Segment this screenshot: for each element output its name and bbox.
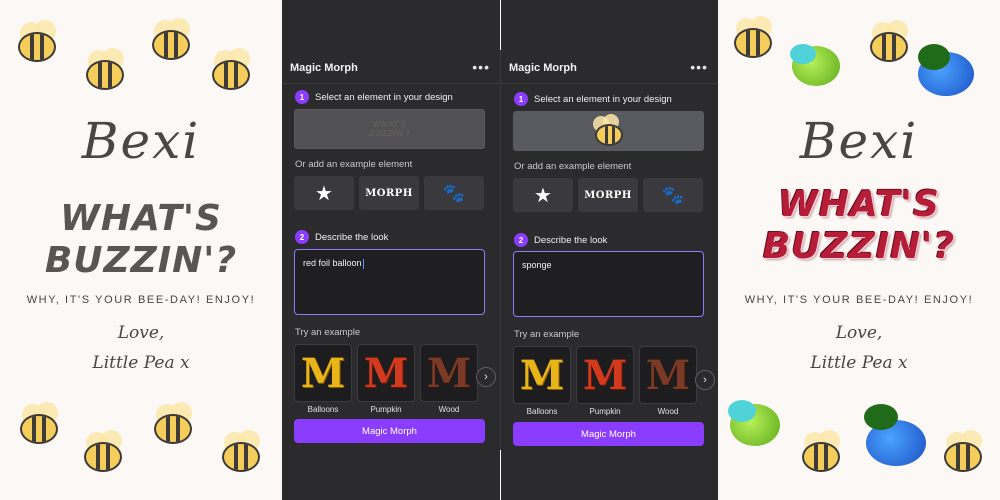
magic-morph-button[interactable]: Magic Morph [294,419,485,443]
step-describe-look: 2 Describe the look [295,230,388,244]
describe-look-input[interactable]: sponge [513,251,704,317]
paw-icon[interactable]: 🐾 [643,178,703,212]
magic-morph-panel-red-foil: Magic Morph ••• 1 Select an element in y… [282,0,500,500]
example-label: Pumpkin [370,405,402,414]
wood-thumbnail: M [420,344,478,402]
card-subtitle[interactable]: WHY, IT'S YOUR BEE-DAY! ENJOY! [0,294,282,306]
card-signature[interactable]: Love, Little Pea x [0,318,282,378]
birthday-card-original[interactable]: Bexi WHAT'S BUZZIN'? WHY, IT'S YOUR BEE-… [0,0,282,500]
example-pumpkin[interactable]: M Pumpkin [357,344,415,414]
step-number-badge: 1 [514,92,528,106]
selected-element-text: WHAT'S BUZZIN'? [369,120,410,138]
bee-icon [589,114,629,146]
example-element-label: Or add an example element [514,161,632,172]
headline-line-2: BUZZIN'? [762,226,956,267]
card-name[interactable]: Bexi [718,112,1000,170]
card-headline[interactable]: WHAT'S BUZZIN'? [0,198,282,282]
try-example-label: Try an example [295,327,361,338]
morph-text-example[interactable]: MORPH [578,178,638,212]
step-select-element: 1 Select an element in your design [514,92,672,106]
signature-line-1: Love, [835,323,883,343]
wood-thumbnail: M [639,346,697,404]
card-name[interactable]: Bexi [0,112,282,170]
example-label: Balloons [307,405,339,414]
headline-line-1: WHAT'S [60,198,222,239]
sponge-wing-icon [918,44,950,70]
preview-line-2: BUZZIN'? [369,129,410,138]
magic-morph-panel-sponge: Magic Morph ••• 1 Select an element in y… [501,0,718,500]
step-label: Describe the look [534,234,608,246]
step-label: Select an element in your design [315,91,453,103]
sponge-wing-icon [728,400,756,422]
canvas: Bexi WHAT'S BUZZIN'? WHY, IT'S YOUR BEE-… [0,0,1000,500]
text-caret [362,258,364,269]
selected-element-preview[interactable]: WHAT'S BUZZIN'? [294,109,485,149]
panel-header: Magic Morph ••• [282,54,500,84]
balloons-thumbnail: M [513,346,571,404]
step-number-badge: 2 [514,233,528,247]
balloons-thumbnail: M [294,344,352,402]
star-icon[interactable]: ★ [513,178,573,212]
step-select-element: 1 Select an element in your design [295,90,453,104]
example-label: Pumpkin [589,407,621,416]
sponge-wing-icon [864,404,898,430]
prompt-text: red foil balloon [303,258,362,268]
headline-line-2: BUZZIN'? [44,240,238,281]
example-elements: ★ MORPH 🐾 [294,176,484,210]
example-balloons[interactable]: M Balloons [294,344,352,414]
card-headline-balloon[interactable]: WHAT'S BUZZIN'? [718,184,1000,268]
describe-look-input[interactable]: red foil balloon [294,249,485,315]
example-balloons[interactable]: M Balloons [513,346,571,416]
signature-line-2: Little Pea x [92,353,190,373]
example-elements: ★ MORPH 🐾 [513,178,703,212]
prompt-text: sponge [522,260,552,270]
birthday-card-morphed[interactable]: Bexi WHAT'S BUZZIN'? WHY, IT'S YOUR BEE-… [718,0,1000,500]
paw-icon[interactable]: 🐾 [424,176,484,210]
example-label: Balloons [526,407,558,416]
pumpkin-thumbnail: M [576,346,634,404]
panel-title: Magic Morph [290,62,358,74]
example-pumpkin[interactable]: M Pumpkin [576,346,634,416]
panel-title: Magic Morph [509,62,577,74]
step-label: Describe the look [315,231,389,243]
pumpkin-thumbnail: M [357,344,415,402]
example-wood[interactable]: M Wood [420,344,478,414]
step-number-badge: 1 [295,90,309,104]
step-label: Select an element in your design [534,93,672,105]
try-example-row: M Balloons M Pumpkin M Wood [294,344,478,414]
preview-line-1: WHAT'S [372,120,407,129]
try-example-row: M Balloons M Pumpkin M Wood [513,346,697,416]
signature-line-1: Love, [117,323,165,343]
example-label: Wood [657,407,679,416]
card-subtitle[interactable]: WHY, IT'S YOUR BEE-DAY! ENJOY! [718,294,1000,306]
magic-morph-button[interactable]: Magic Morph [513,422,704,446]
example-element-label: Or add an example element [295,159,413,170]
more-options-icon[interactable]: ••• [690,59,708,75]
chevron-right-icon[interactable]: › [695,370,715,390]
sponge-wing-icon [790,44,816,64]
selected-element-preview[interactable] [513,111,704,151]
example-label: Wood [438,405,460,414]
more-options-icon[interactable]: ••• [472,59,490,75]
morph-text-example[interactable]: MORPH [359,176,419,210]
step-describe-look: 2 Describe the look [514,233,607,247]
headline-line-1: WHAT'S [778,184,940,225]
signature-line-2: Little Pea x [810,353,908,373]
chevron-right-icon[interactable]: › [476,367,496,387]
step-number-badge: 2 [295,230,309,244]
card-signature[interactable]: Love, Little Pea x [718,318,1000,378]
star-icon[interactable]: ★ [294,176,354,210]
panel-header: Magic Morph ••• [501,54,718,84]
try-example-label: Try an example [514,329,580,340]
example-wood[interactable]: M Wood [639,346,697,416]
